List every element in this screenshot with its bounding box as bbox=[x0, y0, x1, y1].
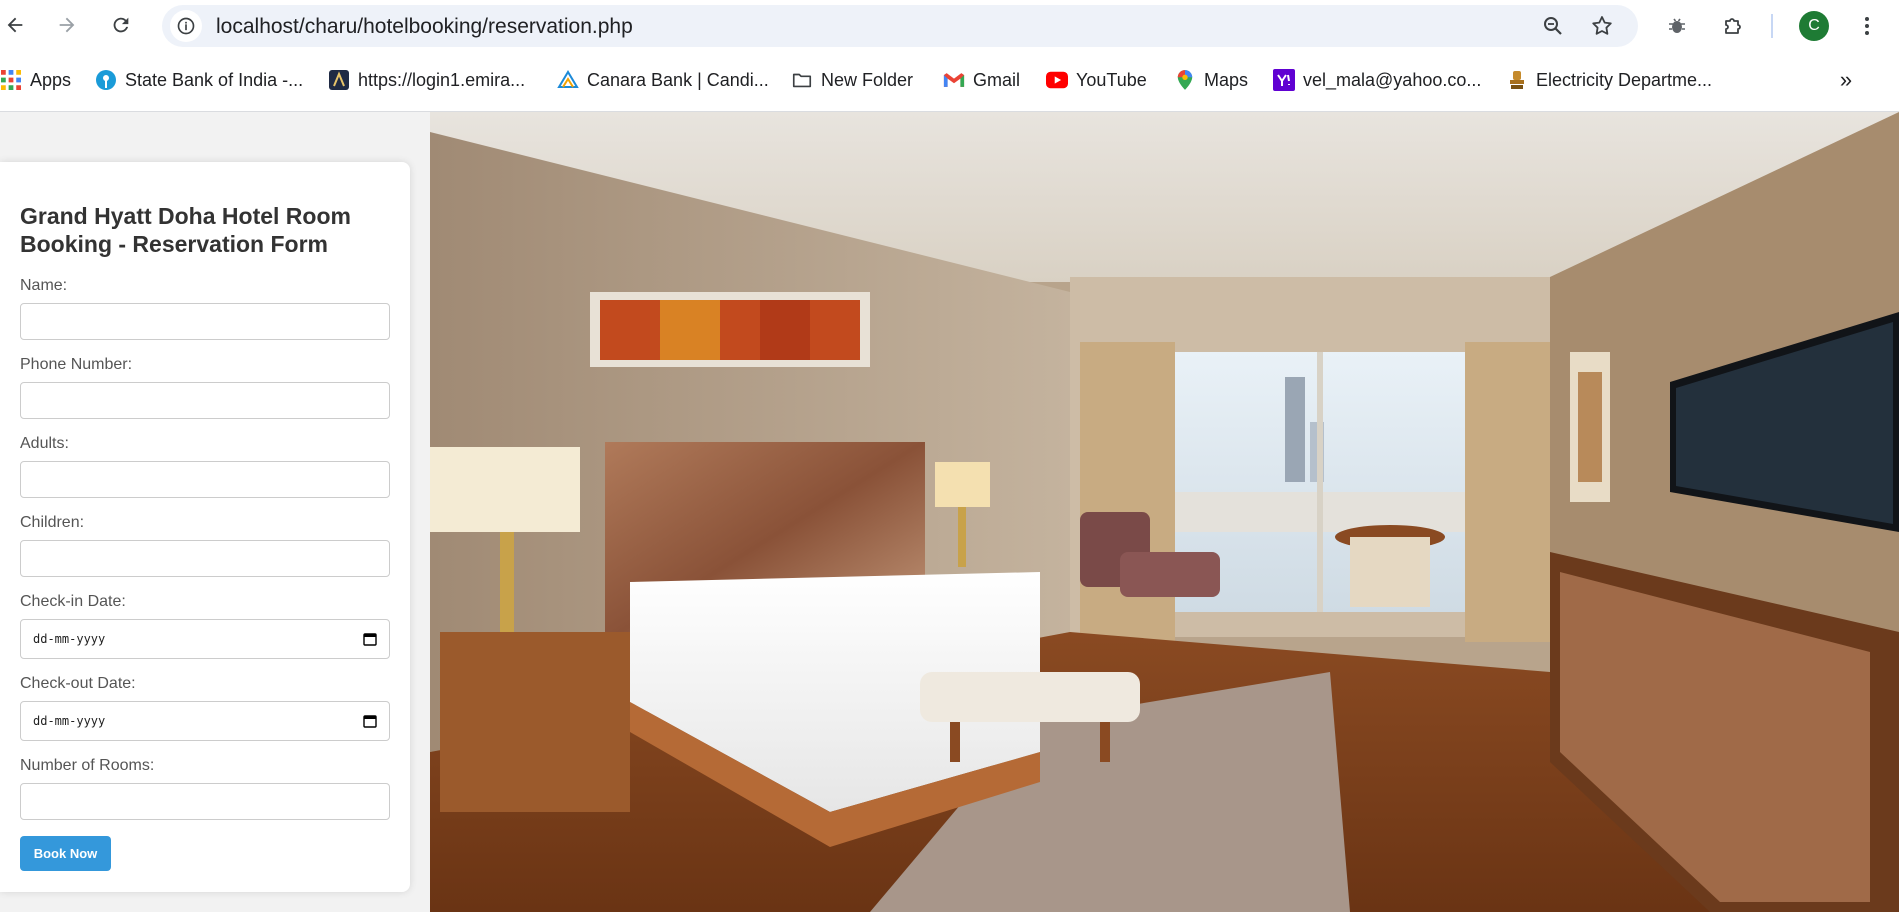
rooms-input[interactable] bbox=[20, 783, 390, 820]
bookmark-canara[interactable]: Canara Bank | Candi... bbox=[557, 66, 769, 94]
sbi-icon bbox=[95, 69, 117, 91]
yahoo-icon bbox=[1273, 69, 1295, 91]
checkin-date-input[interactable]: dd-mm-yyyy bbox=[20, 619, 390, 659]
bookmark-maps[interactable]: Maps bbox=[1174, 66, 1248, 94]
bookmark-apps[interactable]: Apps bbox=[0, 66, 71, 94]
maps-icon bbox=[1174, 69, 1196, 91]
bookmark-label: Apps bbox=[30, 69, 72, 90]
bookmark-label: https://login1.emira... bbox=[358, 69, 526, 90]
extensions-puzzle-icon[interactable] bbox=[1719, 12, 1747, 40]
form-title: Grand Hyatt Doha Hotel Room Booking - Re… bbox=[20, 203, 351, 257]
extension-bug-icon[interactable] bbox=[1663, 12, 1691, 40]
more-bookmarks-chevron-icon[interactable]: » bbox=[1832, 66, 1860, 94]
more-vert-icon[interactable] bbox=[1853, 12, 1881, 40]
apps-grid-icon bbox=[0, 69, 22, 91]
forward-arrow-icon[interactable] bbox=[52, 10, 82, 40]
youtube-icon bbox=[1046, 69, 1068, 91]
phone-label: Phone Number: bbox=[20, 356, 133, 373]
children-input[interactable] bbox=[20, 540, 390, 577]
bookmark-label: vel_mala@yahoo.co... bbox=[1303, 69, 1482, 90]
bookmark-new-folder[interactable]: New Folder bbox=[791, 66, 913, 94]
hotel-room-image bbox=[430, 112, 1899, 912]
checkin-value: dd-mm-yyyy bbox=[33, 632, 106, 646]
site-info-icon[interactable] bbox=[170, 10, 202, 42]
room-illustration bbox=[430, 112, 1899, 912]
bookmark-label: Canara Bank | Candi... bbox=[587, 69, 769, 90]
calendar-icon[interactable] bbox=[363, 632, 377, 646]
checkout-label: Check-out Date: bbox=[20, 675, 136, 692]
bookmark-star-icon[interactable] bbox=[1590, 14, 1614, 38]
reload-icon[interactable] bbox=[106, 10, 136, 40]
bookmark-label: State Bank of India -... bbox=[125, 69, 304, 90]
book-now-button[interactable]: Book Now bbox=[20, 836, 111, 871]
bookmark-emirates[interactable]: https://login1.emira... bbox=[328, 66, 525, 94]
phone-input[interactable] bbox=[20, 382, 390, 419]
adults-input[interactable] bbox=[20, 461, 390, 498]
bookmark-sbi[interactable]: State Bank of India -... bbox=[95, 66, 303, 94]
adults-label: Adults: bbox=[20, 435, 69, 452]
url-text[interactable]: localhost/charu/hotelbooking/reservation… bbox=[216, 15, 633, 39]
bookmark-label: Maps bbox=[1204, 69, 1249, 90]
children-label: Children: bbox=[20, 514, 85, 531]
canara-icon bbox=[557, 69, 579, 91]
address-bar[interactable]: localhost/charu/hotelbooking/reservation… bbox=[162, 5, 1638, 47]
emirates-icon bbox=[328, 69, 350, 91]
bookmarks-bar: Apps State Bank of India -... https://lo… bbox=[0, 60, 1899, 102]
checkout-value: dd-mm-yyyy bbox=[33, 714, 106, 728]
bookmark-label: Electricity Departme... bbox=[1536, 69, 1713, 90]
bookmark-label: Gmail bbox=[973, 69, 1021, 90]
page-content: Grand Hyatt Doha Hotel Room Booking - Re… bbox=[0, 112, 1899, 912]
checkout-date-input[interactable]: dd-mm-yyyy bbox=[20, 701, 390, 741]
reservation-form: Grand Hyatt Doha Hotel Room Booking - Re… bbox=[0, 162, 410, 892]
emblem-icon bbox=[1506, 69, 1528, 91]
bookmark-label: New Folder bbox=[821, 69, 914, 90]
bookmark-gmail[interactable]: Gmail bbox=[943, 66, 1020, 94]
folder-icon bbox=[791, 69, 813, 91]
back-arrow-icon[interactable] bbox=[0, 10, 30, 40]
toolbar-divider bbox=[1771, 14, 1773, 38]
rooms-label: Number of Rooms: bbox=[20, 757, 155, 774]
bookmark-electricity[interactable]: Electricity Departme... bbox=[1506, 66, 1712, 94]
name-input[interactable] bbox=[20, 303, 390, 340]
profile-avatar[interactable]: C bbox=[1799, 11, 1829, 41]
bookmark-yahoo[interactable]: vel_mala@yahoo.co... bbox=[1273, 66, 1481, 94]
gmail-icon bbox=[943, 69, 965, 91]
browser-toolbar: localhost/charu/hotelbooking/reservation… bbox=[0, 0, 1899, 52]
zoom-icon[interactable] bbox=[1541, 14, 1565, 38]
bookmark-label: YouTube bbox=[1076, 69, 1147, 90]
name-label: Name: bbox=[20, 277, 68, 294]
bookmark-youtube[interactable]: YouTube bbox=[1046, 66, 1147, 94]
calendar-icon[interactable] bbox=[363, 714, 377, 728]
checkin-label: Check-in Date: bbox=[20, 593, 126, 610]
